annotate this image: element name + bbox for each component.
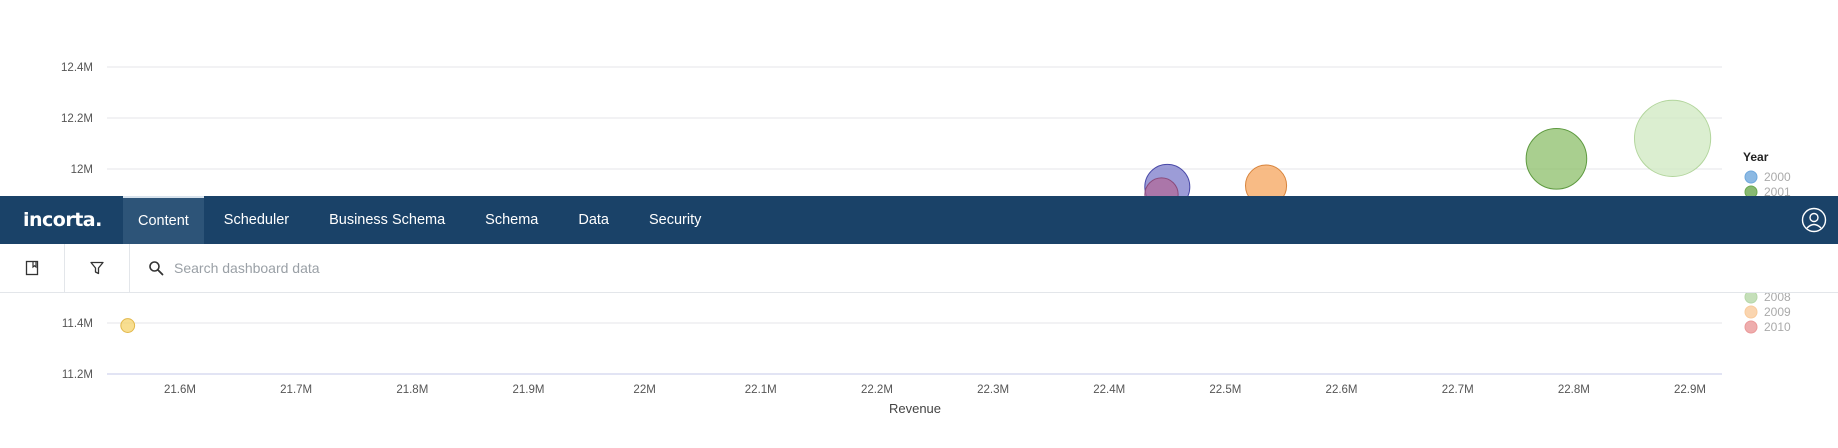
- bookmark-button[interactable]: [0, 244, 65, 292]
- y-tick-label: 12.4M: [61, 62, 93, 74]
- y-tick-label: 11.4M: [62, 318, 93, 330]
- nav-tab-business-schema[interactable]: Business Schema: [309, 196, 465, 244]
- x-tick-label: 22.4M: [1093, 384, 1125, 396]
- x-tick-label: 22.6M: [1326, 384, 1358, 396]
- data-bubble: [1525, 128, 1588, 190]
- x-tick-label: 22.2M: [861, 384, 893, 396]
- y-tick-label: 12.2M: [61, 113, 93, 125]
- legend-swatch: [1744, 170, 1758, 184]
- x-tick-label: 22.5M: [1209, 384, 1241, 396]
- user-profile-button[interactable]: [1790, 196, 1838, 244]
- incorta-logo: incorta.: [23, 209, 102, 231]
- nav-tab-content[interactable]: Content: [123, 196, 204, 244]
- legend-swatch: [1744, 305, 1758, 319]
- nav-tab-data[interactable]: Data: [558, 196, 629, 244]
- x-tick-label: 22.7M: [1442, 384, 1474, 396]
- filter-button[interactable]: [65, 244, 130, 292]
- search-icon: [149, 261, 164, 276]
- search-bar: [130, 244, 1838, 292]
- x-tick-label: 21.9M: [512, 384, 544, 396]
- search-input[interactable]: [172, 259, 776, 277]
- data-bubble: [1633, 99, 1712, 177]
- y-tick-label: 12M: [71, 164, 93, 176]
- dashboard-toolbar: [0, 244, 1838, 293]
- nav-tab-schema[interactable]: Schema: [465, 196, 558, 244]
- filter-icon: [90, 261, 104, 275]
- x-tick-label: 21.6M: [164, 384, 196, 396]
- data-bubble: [120, 318, 136, 333]
- top-navigation-bar: incorta. Content Scheduler Business Sche…: [0, 196, 1838, 244]
- legend-label: 2010: [1764, 320, 1791, 334]
- x-tick-label: 22.1M: [745, 384, 777, 396]
- x-tick-label: 22M: [633, 384, 655, 396]
- y-tick-label: 11.2M: [62, 369, 93, 381]
- legend-label: 2009: [1764, 305, 1791, 319]
- nav-tab-security[interactable]: Security: [629, 196, 721, 244]
- legend-title: Year: [1743, 150, 1769, 164]
- x-tick-label: 22.9M: [1674, 384, 1706, 396]
- legend-label: 2000: [1764, 170, 1791, 184]
- x-tick-label: 22.3M: [977, 384, 1009, 396]
- x-tick-label: 22.8M: [1558, 384, 1590, 396]
- bookmark-icon: [25, 260, 39, 276]
- legend-swatch: [1744, 320, 1758, 334]
- nav-tab-scheduler[interactable]: Scheduler: [204, 196, 309, 244]
- x-tick-label: 21.7M: [280, 384, 312, 396]
- x-tick-label: 21.8M: [396, 384, 428, 396]
- x-axis-label: Revenue: [889, 401, 941, 416]
- user-icon: [1801, 207, 1827, 233]
